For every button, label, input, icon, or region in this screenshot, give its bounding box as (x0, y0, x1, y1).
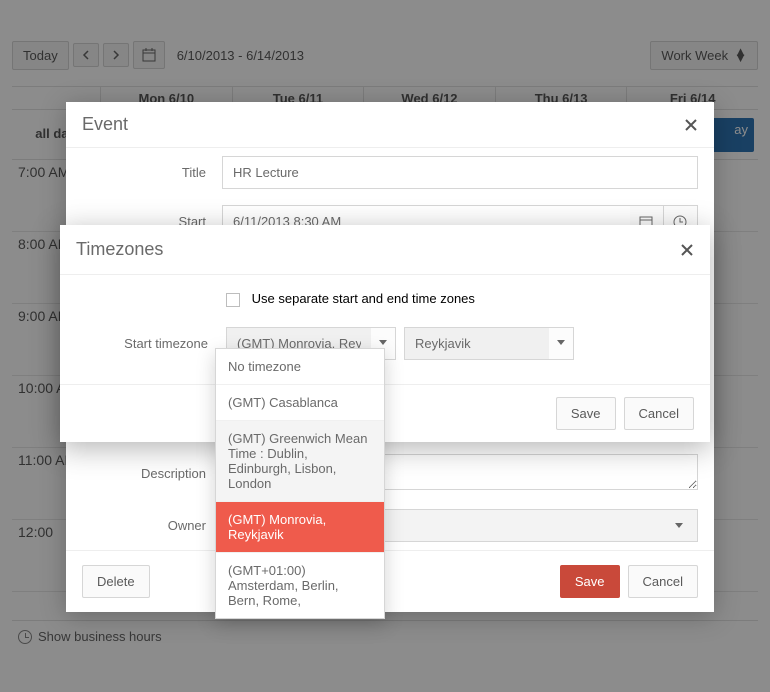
owner-label: Owner (82, 518, 222, 533)
timezone-option[interactable]: (GMT) Casablanca (216, 384, 384, 420)
chevron-down-icon (378, 339, 388, 347)
separate-timezones-label: Use separate start and end time zones (252, 291, 475, 306)
timezone-option[interactable]: (GMT+01:00) Amsterdam, Berlin, Bern, Rom… (216, 552, 384, 618)
event-cancel-button[interactable]: Cancel (628, 565, 698, 598)
close-icon (684, 118, 698, 132)
tz-cancel-button[interactable]: Cancel (624, 397, 694, 430)
timezones-close[interactable] (680, 243, 694, 257)
start-timezone-label: Start timezone (76, 336, 226, 351)
timezones-modal: Timezones Use separate start and end tim… (60, 225, 710, 442)
description-label: Description (82, 466, 222, 481)
event-modal-close[interactable] (684, 118, 698, 132)
owner-select-caret[interactable] (661, 509, 698, 542)
chevron-down-icon (674, 522, 684, 530)
title-label: Title (82, 165, 222, 180)
timezone-city-select[interactable] (404, 327, 574, 360)
start-timezone-dropdown-list: No timezone (GMT) Casablanca (GMT) Green… (215, 348, 385, 619)
tz-save-button[interactable]: Save (556, 397, 616, 430)
timezone-option[interactable]: No timezone (216, 349, 384, 384)
timezone-option-selected[interactable]: (GMT) Monrovia, Reykjavik (216, 501, 384, 552)
event-save-button[interactable]: Save (560, 565, 620, 598)
chevron-down-icon (556, 339, 566, 347)
timezone-city-caret[interactable] (549, 327, 574, 360)
timezones-title: Timezones (76, 239, 680, 260)
timezone-option[interactable]: (GMT) Greenwich Mean Time : Dublin, Edin… (216, 420, 384, 501)
delete-button[interactable]: Delete (82, 565, 150, 598)
title-input[interactable] (222, 156, 698, 189)
event-modal-title: Event (82, 114, 684, 135)
timezone-city-value (404, 327, 549, 360)
close-icon (680, 243, 694, 257)
separate-timezones-checkbox[interactable] (226, 293, 240, 307)
